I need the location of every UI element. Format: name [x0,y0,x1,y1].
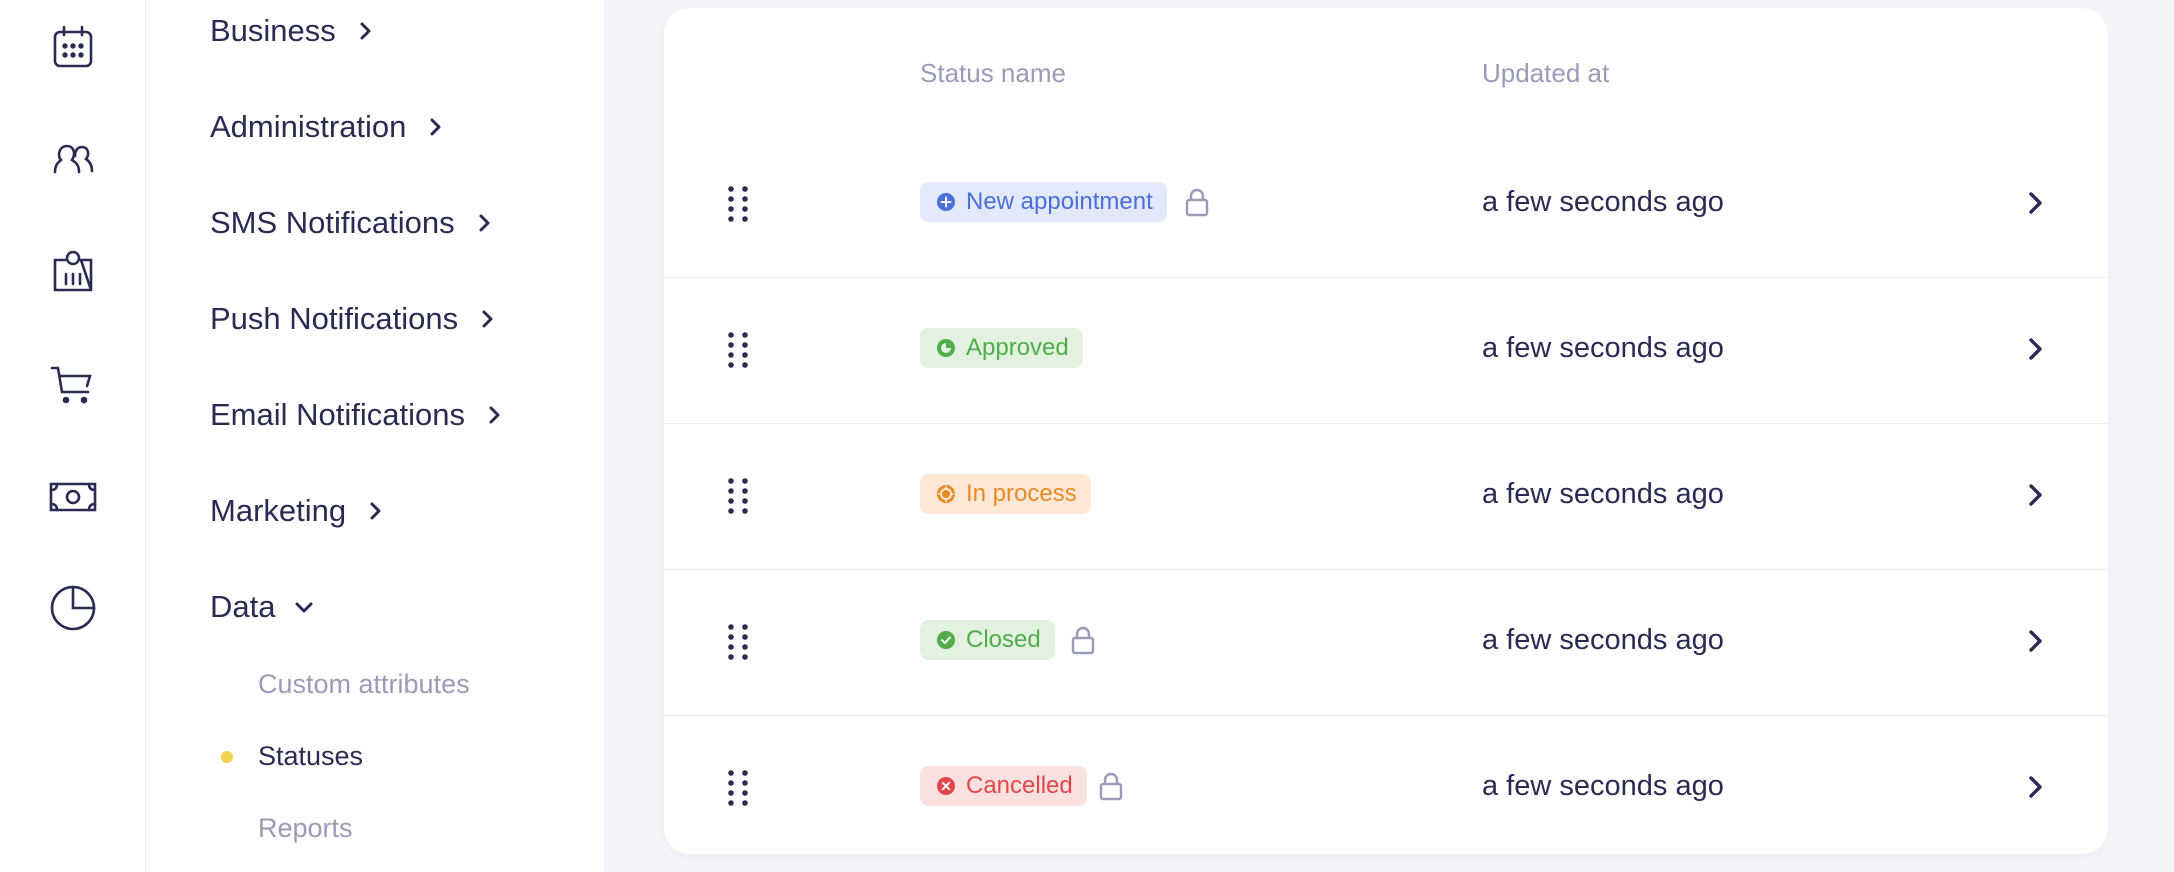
chevron-right-icon [473,212,495,234]
chevron-right-icon[interactable] [2018,770,2052,804]
settings-nav: Business Administration SMS Notification… [146,0,604,872]
nav-item-label: Data [210,589,276,624]
status-badge: Cancelled [920,766,1087,806]
chevron-right-icon [476,308,498,330]
nav-subitem-statuses[interactable]: Statuses [258,738,363,774]
nav-item-label: Administration [210,109,407,144]
plus-circle-icon [936,192,956,212]
status-badge-label: Cancelled [966,772,1073,799]
chevron-right-icon[interactable] [2018,186,2052,220]
nav-item-label: Email Notifications [210,397,465,432]
drag-handle-icon[interactable] [720,764,756,814]
drag-handle-icon[interactable] [720,472,756,522]
table-row[interactable]: Approved a few seconds ago [664,278,2108,424]
nav-item-label: SMS Notifications [210,205,455,240]
spinner-circle-icon [936,484,956,504]
nav-item-sms-notifications[interactable]: SMS Notifications [210,203,495,243]
updated-at-value: a few seconds ago [1482,478,1724,510]
table-row[interactable]: New appointment a few seconds ago [664,132,2108,278]
drag-handle-icon[interactable] [720,180,756,230]
clients-icon[interactable] [45,132,101,188]
table-row[interactable]: Closed a few seconds ago [664,570,2108,716]
updated-at-value: a few seconds ago [1482,332,1724,364]
nav-item-data[interactable]: Data [210,587,315,627]
nav-item-push-notifications[interactable]: Push Notifications [210,299,498,339]
nav-subitem-custom-attributes[interactable]: Custom attributes [258,666,470,702]
services-icon[interactable] [45,244,101,300]
status-badge-label: Closed [966,626,1041,653]
status-badge-label: Approved [966,334,1069,361]
status-badge: In process [920,474,1091,514]
nav-item-marketing[interactable]: Marketing [210,491,386,531]
table-row[interactable]: Cancelled a few seconds ago [664,716,2108,862]
status-badge: New appointment [920,182,1167,222]
nav-subitem-reports[interactable]: Reports [258,810,353,846]
chevron-right-icon [483,404,505,426]
statuses-table-card: Status name Updated at New appointment a… [664,8,2108,854]
drag-handle-icon[interactable] [720,618,756,668]
lock-icon [1182,186,1212,218]
nav-item-label: Push Notifications [210,301,459,336]
nav-item-business[interactable]: Business [210,11,376,51]
cash-icon[interactable] [45,468,101,524]
nav-item-email-notifications[interactable]: Email Notifications [210,395,505,435]
check-circle-icon [936,630,956,650]
column-header-updated-at[interactable]: Updated at [1482,58,1609,89]
column-header-status-name[interactable]: Status name [920,58,1066,89]
status-badge: Approved [920,328,1083,368]
lock-icon [1068,624,1098,656]
chevron-right-icon [424,116,446,138]
status-badge-label: In process [966,480,1077,507]
pie-circle-icon [936,338,956,358]
lock-icon [1096,770,1126,802]
cart-icon[interactable] [45,356,101,412]
status-badge: Closed [920,620,1055,660]
chevron-right-icon[interactable] [2018,478,2052,512]
updated-at-value: a few seconds ago [1482,624,1724,656]
active-indicator-dot [221,751,233,763]
table-row[interactable]: In process a few seconds ago [664,424,2108,570]
updated-at-value: a few seconds ago [1482,770,1724,802]
chevron-right-icon [354,20,376,42]
calendar-icon[interactable] [45,20,101,76]
chevron-down-icon [293,596,315,618]
x-circle-icon [936,776,956,796]
analytics-icon[interactable] [45,580,101,636]
chevron-right-icon[interactable] [2018,332,2052,366]
status-badge-label: New appointment [966,188,1153,215]
nav-item-label: Business [210,13,336,48]
icon-rail [0,0,146,872]
updated-at-value: a few seconds ago [1482,186,1724,218]
nav-item-administration[interactable]: Administration [210,107,446,147]
chevron-right-icon[interactable] [2018,624,2052,658]
chevron-right-icon [364,500,386,522]
drag-handle-icon[interactable] [720,326,756,376]
nav-item-label: Marketing [210,493,347,528]
